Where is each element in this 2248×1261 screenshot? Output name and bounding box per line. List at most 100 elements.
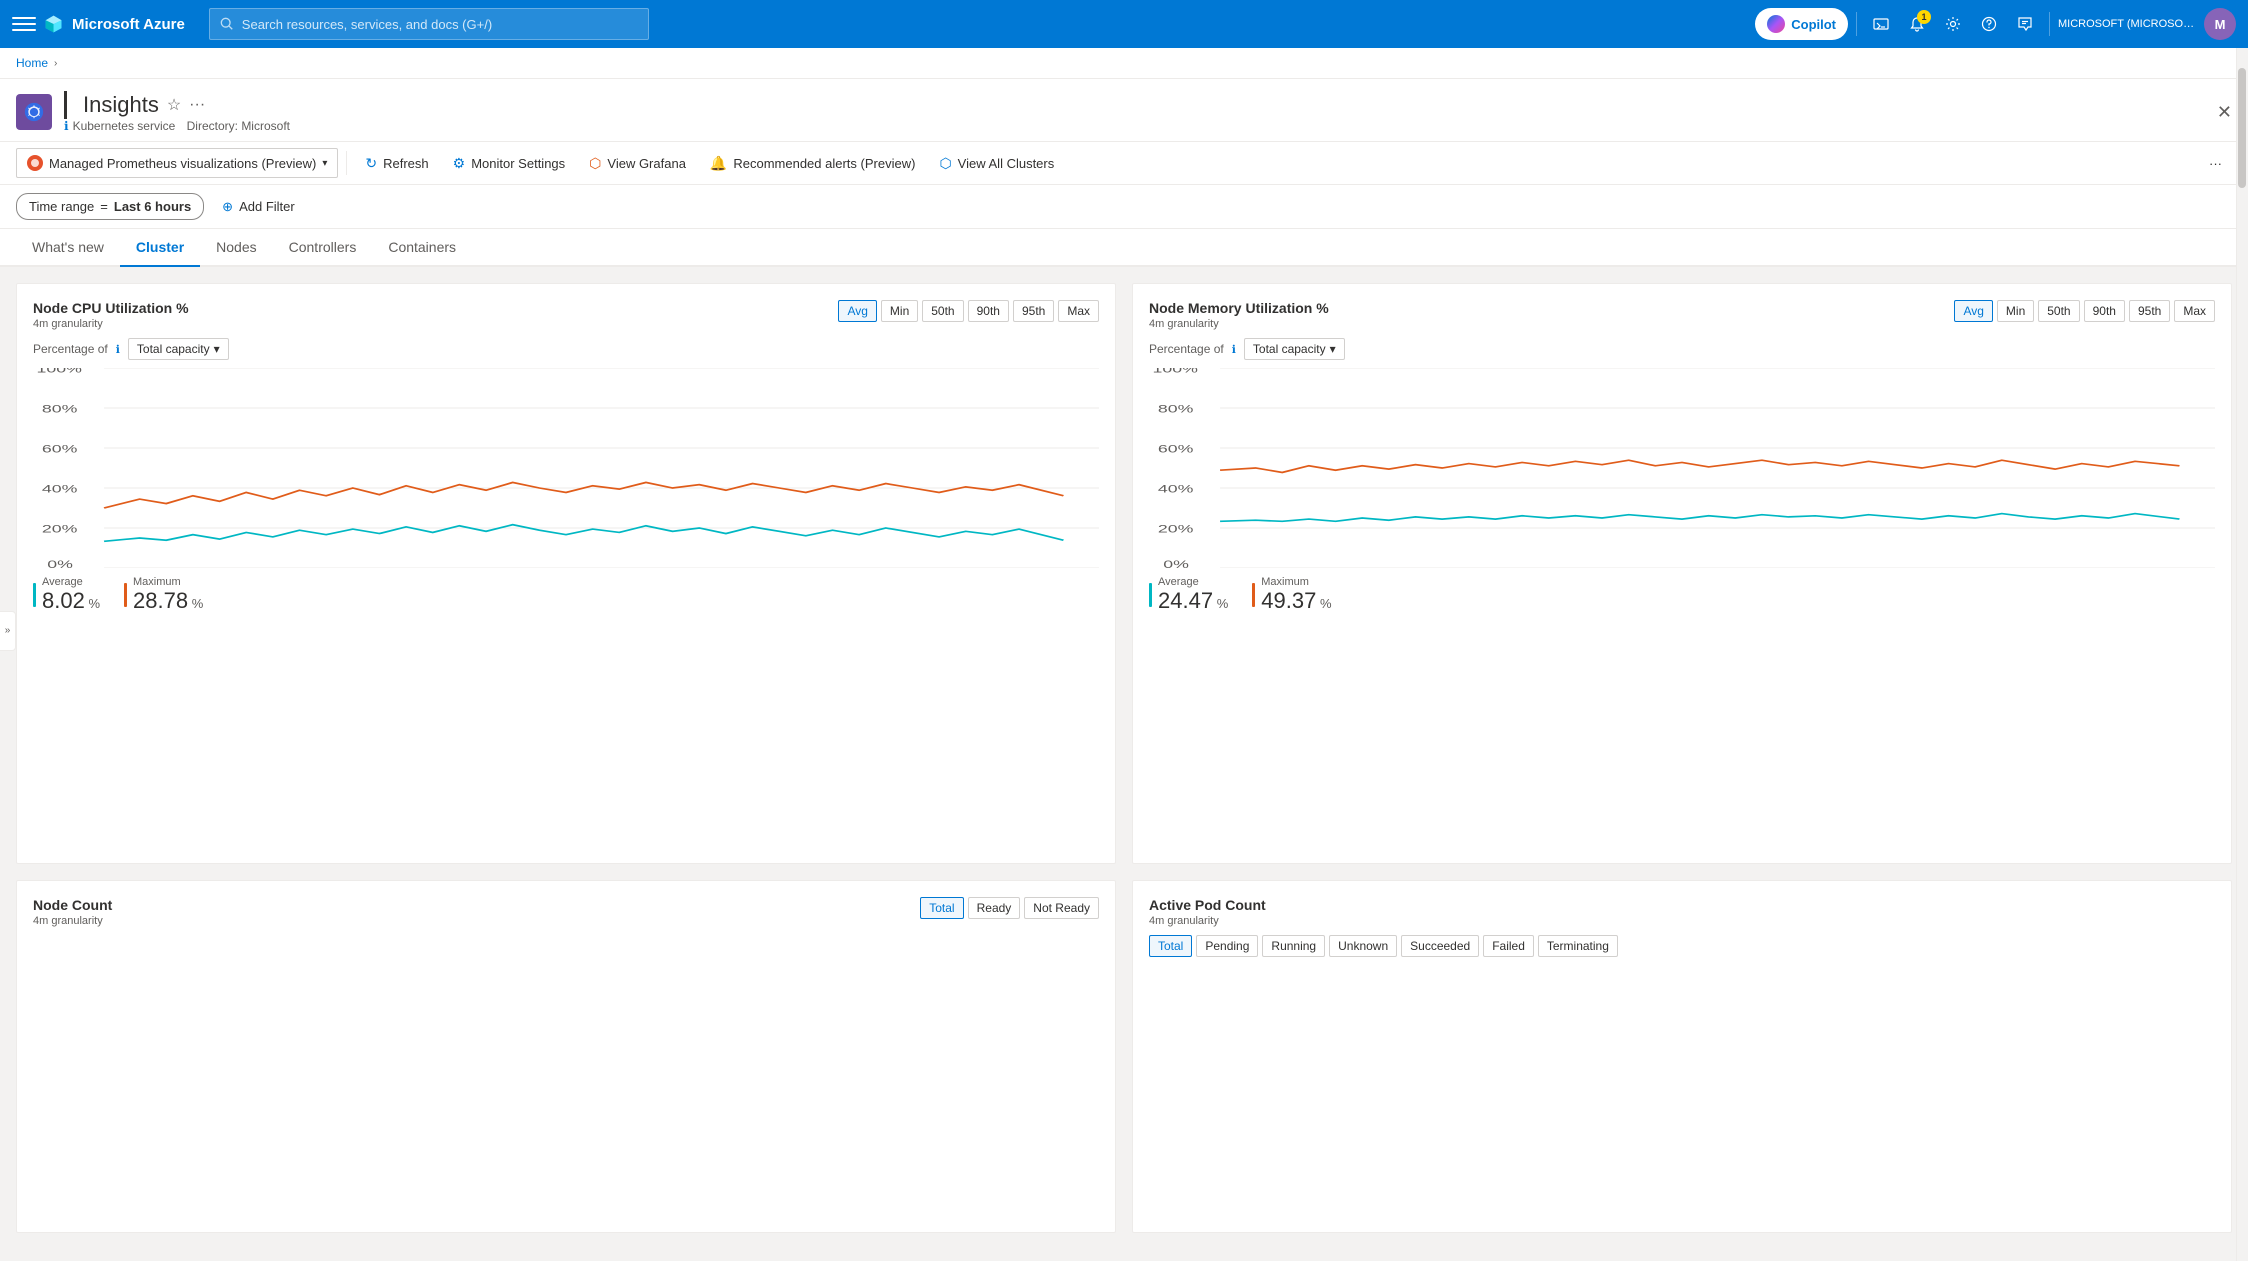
info-icon: ℹ [64,119,69,133]
cpu-ctrl-95th[interactable]: 95th [1013,300,1054,322]
tab-whats-new[interactable]: What's new [16,229,120,267]
monitor-settings-button[interactable]: ⚙ Monitor Settings [443,149,576,178]
node-total-button[interactable]: Total [920,897,963,919]
refresh-icon: ↻ [365,155,377,172]
memory-ctrl-95th[interactable]: 95th [2129,300,2170,322]
pod-failed-button[interactable]: Failed [1483,935,1534,957]
cpu-max-value-row: 28.78 % [133,588,203,614]
help-button[interactable] [1973,8,2005,40]
memory-chart-controls: Avg Min 50th 90th 95th Max [1954,300,2215,322]
node-count-title-area: Node Count 4m granularity [33,897,112,927]
memory-info-icon[interactable]: ℹ [1232,343,1236,356]
memory-chart-header: Node Memory Utilization % 4m granularity… [1149,300,2215,330]
hamburger-menu[interactable] [12,12,36,36]
memory-ctrl-max[interactable]: Max [2174,300,2215,322]
node-count-title: Node Count [33,897,112,913]
scrollbar-thumb[interactable] [2238,68,2246,188]
memory-chart-legend: Average 24.47 % Maximum 49.37 % [1149,576,2215,614]
cpu-capacity-dropdown[interactable]: Total capacity ▾ [128,338,229,360]
pod-count-title: Active Pod Count [1149,897,1266,913]
tab-containers[interactable]: Containers [372,229,472,267]
cpu-chart-controls: Avg Min 50th 90th 95th Max [838,300,1099,322]
cpu-max-info: Maximum 28.78 % [133,576,203,614]
svg-text:40%: 40% [1158,483,1194,495]
main-content: Node CPU Utilization % 4m granularity Av… [0,267,2248,1249]
user-avatar: M [2204,8,2236,40]
title-separator [64,91,67,119]
search-placeholder: Search resources, services, and docs (G+… [242,17,492,32]
prometheus-button[interactable]: Managed Prometheus visualizations (Previ… [16,148,338,178]
pod-succeeded-button[interactable]: Succeeded [1401,935,1479,957]
prometheus-icon [27,155,43,171]
node-count-granularity: 4m granularity [33,915,112,927]
pod-count-header: Active Pod Count 4m granularity [1149,897,2215,927]
cpu-ctrl-90th[interactable]: 90th [968,300,1009,322]
cpu-percentage-row: Percentage of ℹ Total capacity ▾ [33,338,1099,360]
breadcrumb-home[interactable]: Home [16,56,48,70]
memory-percentage-label: Percentage of [1149,342,1224,356]
cpu-ctrl-min[interactable]: Min [881,300,918,322]
tab-controllers[interactable]: Controllers [273,229,373,267]
page-subtitle: ℹ Kubernetes service Directory: Microsof… [64,119,290,133]
notifications-button[interactable]: 1 [1901,8,1933,40]
memory-chart-title: Node Memory Utilization % [1149,300,1329,316]
settings-gear-icon: ⚙ [453,155,466,172]
cpu-ctrl-max[interactable]: Max [1058,300,1099,322]
recommended-alerts-button[interactable]: 🔔 Recommended alerts (Preview) [700,149,926,178]
cpu-avg-info: Average 8.02 % [42,576,100,614]
cpu-utilization-card: Node CPU Utilization % 4m granularity Av… [16,283,1116,864]
breadcrumb-separator: › [54,58,57,69]
pod-unknown-button[interactable]: Unknown [1329,935,1397,957]
memory-ctrl-90th[interactable]: 90th [2084,300,2125,322]
search-bar[interactable]: Search resources, services, and docs (G+… [209,8,649,40]
memory-chart-area: 100% 80% 60% 40% 20% 0% 09 AM 10 AM 11 A… [1149,368,2215,568]
memory-ctrl-min[interactable]: Min [1997,300,2034,322]
breadcrumb: Home › [0,48,2248,79]
svg-text:0%: 0% [1163,559,1189,568]
pod-total-button[interactable]: Total [1149,935,1192,957]
memory-capacity-dropdown[interactable]: Total capacity ▾ [1244,338,1345,360]
expand-panel-button[interactable]: » [0,611,16,651]
favorite-star-button[interactable]: ☆ [167,95,181,115]
more-options-button[interactable]: ··· [189,96,205,114]
cpu-ctrl-50th[interactable]: 50th [922,300,963,322]
feedback-button[interactable] [2009,8,2041,40]
tab-nodes[interactable]: Nodes [200,229,272,267]
settings-button[interactable] [1937,8,1969,40]
tab-navigation: What's new Cluster Nodes Controllers Con… [0,229,2248,267]
add-filter-button[interactable]: ⊕ Add Filter [212,194,305,220]
cloud-shell-button[interactable] [1865,8,1897,40]
view-all-clusters-button[interactable]: ⬡ View All Clusters [929,149,1064,178]
toolbar: Managed Prometheus visualizations (Previ… [0,142,2248,185]
node-ready-button[interactable]: Ready [968,897,1021,919]
memory-avg-value-row: 24.47 % [1158,588,1228,614]
user-account[interactable]: MICROSOFT (MICROSOFT.ONMI...) M [2058,8,2236,40]
memory-max-info: Maximum 49.37 % [1261,576,1331,614]
pod-terminating-button[interactable]: Terminating [1538,935,1618,957]
pod-count-card: Active Pod Count 4m granularity Total Pe… [1132,880,2232,1233]
toolbar-more-button[interactable]: ··· [2199,150,2232,177]
close-panel-button[interactable]: ✕ [2217,102,2232,123]
cpu-max-legend: Maximum 28.78 % [124,576,203,614]
memory-avg-legend: Average 24.47 % [1149,576,1228,614]
cpu-info-icon[interactable]: ℹ [116,343,120,356]
cpu-ctrl-avg[interactable]: Avg [838,300,876,322]
scrollbar-track[interactable] [2236,48,2248,1261]
svg-text:0%: 0% [47,559,73,568]
memory-avg-bar [1149,583,1152,607]
notification-badge: 1 [1917,10,1931,24]
tab-cluster[interactable]: Cluster [120,229,200,267]
kubernetes-icon [16,94,52,130]
refresh-button[interactable]: ↻ Refresh [355,149,438,178]
cpu-chart-area: 100% 80% 60% 40% 20% 0% 09 AM 10 AM 11 A… [33,368,1099,568]
svg-text:60%: 60% [1158,443,1194,455]
filter-bar: Time range = Last 6 hours ⊕ Add Filter [0,185,2248,229]
copilot-button[interactable]: Copilot [1755,8,1848,40]
view-grafana-button[interactable]: ⬡ View Grafana [579,149,696,178]
pod-pending-button[interactable]: Pending [1196,935,1258,957]
memory-ctrl-avg[interactable]: Avg [1954,300,1992,322]
time-range-button[interactable]: Time range = Last 6 hours [16,193,204,220]
memory-ctrl-50th[interactable]: 50th [2038,300,2079,322]
node-not-ready-button[interactable]: Not Ready [1024,897,1099,919]
pod-running-button[interactable]: Running [1262,935,1325,957]
